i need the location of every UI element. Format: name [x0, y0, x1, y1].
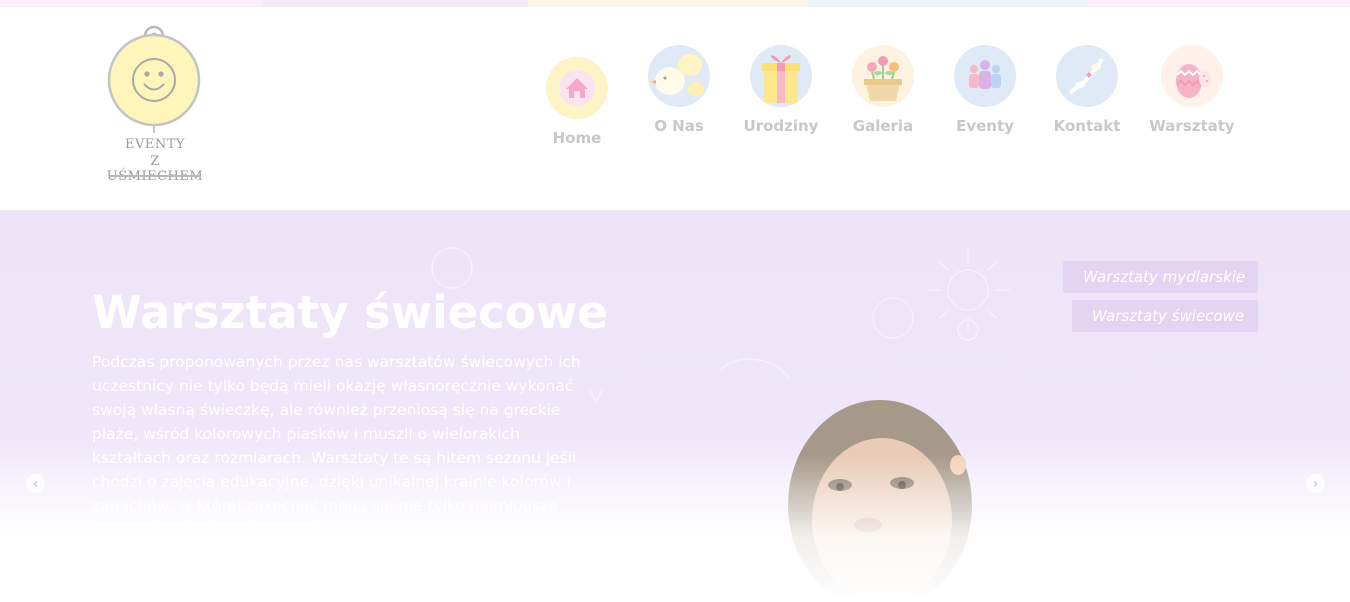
strip-segment — [1088, 0, 1350, 7]
tag-warsztaty-mydlarskie[interactable]: Warsztaty mydlarskie — [1063, 261, 1258, 293]
chicks-icon — [648, 45, 710, 107]
hero-title: Warsztaty świecowe — [92, 286, 608, 339]
home-icon — [546, 57, 608, 119]
top-color-strip — [0, 0, 1350, 7]
flowerpot-glyph — [864, 56, 902, 101]
home-glyph — [559, 70, 595, 106]
nav-label-eventy: Eventy — [956, 117, 1014, 135]
strip-segment — [808, 0, 1088, 7]
nav-item-kontakt[interactable]: Kontakt — [1037, 45, 1137, 135]
nav-item-o-nas[interactable]: O Nas — [629, 45, 729, 135]
gift-icon — [750, 45, 812, 107]
smiley-logo-icon — [107, 25, 201, 133]
flowerpot-icon — [852, 45, 914, 107]
people-glyph — [969, 60, 1001, 89]
slider-next-button[interactable]: › — [1306, 474, 1325, 493]
gift-glyph — [762, 55, 800, 103]
nav-label-home: Home — [552, 129, 602, 147]
birds-glyph — [1068, 57, 1104, 95]
easter-egg-icon — [1161, 45, 1223, 107]
nav-label-kontakt: Kontakt — [1053, 117, 1121, 135]
people-icon — [954, 45, 1016, 107]
strip-segment — [0, 0, 262, 7]
nav-item-warsztaty[interactable]: Warsztaty — [1142, 45, 1242, 135]
nav-label-galeria: Galeria — [852, 117, 914, 135]
nav-item-galeria[interactable]: Galeria — [833, 45, 933, 135]
strip-segment — [262, 0, 528, 7]
chevron-left-icon: ‹ — [32, 475, 39, 492]
chevron-right-icon: › — [1312, 475, 1319, 492]
chicks-glyph — [651, 54, 704, 96]
birds-icon — [1056, 45, 1118, 107]
strip-segment — [528, 0, 808, 7]
site-header: EVENTY Z UŚMIECHEM Home — [0, 7, 1350, 210]
logo-text-line2: Z UŚMIECHEM — [107, 154, 203, 184]
logo-text-line1: EVENTY — [125, 137, 185, 152]
logo-underline — [109, 175, 201, 177]
hero-slider: Warsztaty świecowe Podczas proponowanych… — [0, 210, 1350, 602]
tag-warsztaty-swiecowe[interactable]: Warsztaty świecowe — [1072, 300, 1258, 332]
nav-label-o-nas: O Nas — [654, 117, 704, 135]
nav-item-eventy[interactable]: Eventy — [935, 45, 1035, 135]
easter-egg-glyph — [1176, 64, 1211, 98]
hero-description: Podczas proponowanych przez nas warsztat… — [92, 353, 581, 539]
slider-prev-button[interactable]: ‹ — [26, 474, 45, 493]
nav-label-urodziny: Urodziny — [743, 117, 819, 135]
nav-item-urodziny[interactable]: Urodziny — [731, 45, 831, 135]
nav-label-warsztaty: Warsztaty — [1149, 117, 1235, 135]
nav-item-home[interactable]: Home — [527, 57, 627, 147]
site-logo[interactable]: EVENTY Z UŚMIECHEM — [100, 25, 210, 185]
